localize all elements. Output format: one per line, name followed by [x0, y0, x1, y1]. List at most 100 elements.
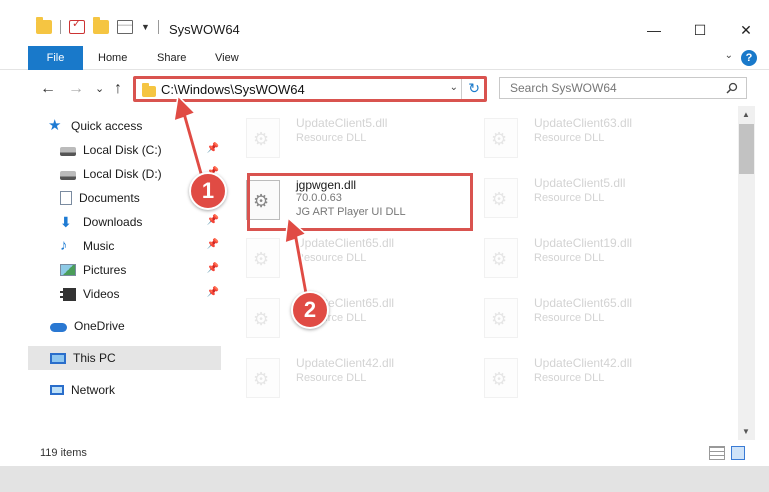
sidebar-item-onedrive[interactable]: OneDrive [50, 314, 221, 338]
sidebar-item-label: This PC [73, 351, 116, 365]
properties-icon[interactable] [117, 20, 133, 34]
close-button[interactable]: ✕ [723, 20, 769, 44]
dll-file-icon [484, 298, 518, 338]
sidebar-item-label: Local Disk (D:) [83, 167, 162, 181]
sidebar-item-label: Documents [79, 191, 140, 205]
help-icon[interactable]: ? [741, 50, 757, 66]
window-bottom-edge [0, 466, 769, 492]
expand-ribbon-chevron-icon[interactable]: ⌄ [725, 50, 733, 61]
dll-file-icon [484, 178, 518, 218]
sidebar-item-label: Pictures [83, 263, 127, 277]
file-name: UpdateClient5.dll [534, 176, 626, 190]
navigation-pane: ★ Quick access Local Disk (C:) 📌 Local D… [28, 110, 221, 440]
star-icon: ★ [48, 117, 62, 134]
minimize-button[interactable]: — [631, 20, 677, 44]
list-item[interactable]: UpdateClient65.dll Resource DLL [460, 290, 690, 348]
sidebar-item-videos[interactable]: Videos 📌 [60, 282, 221, 306]
address-dropdown-chevron-icon[interactable]: ⌄ [450, 82, 458, 93]
sidebar-item-downloads[interactable]: ⬇ Downloads 📌 [60, 210, 221, 234]
dll-file-icon [246, 298, 280, 338]
network-icon [50, 385, 64, 395]
sidebar-item-label: Videos [83, 287, 120, 301]
sidebar-item-label: Quick access [71, 119, 143, 133]
dll-file-icon [484, 358, 518, 398]
quick-access-toolbar: ▼ [36, 17, 159, 34]
back-button[interactable]: ← [40, 80, 56, 98]
disk-icon [60, 147, 76, 156]
search-input[interactable]: Search SysWOW64 [499, 77, 747, 99]
dll-file-icon [246, 118, 280, 158]
dll-file-icon [246, 238, 280, 278]
forward-button[interactable]: → [68, 80, 84, 98]
customize-toolbar-chevron-icon[interactable]: ▼ [141, 22, 150, 32]
file-name: UpdateClient63.dll [534, 116, 633, 130]
tab-home[interactable]: Home [98, 46, 127, 70]
pin-icon: 📌 [206, 239, 219, 250]
divider [157, 20, 159, 34]
disk-icon [60, 171, 76, 180]
list-item[interactable]: UpdateClient65.dll Resource DLL [222, 230, 452, 288]
search-placeholder: Search SysWOW64 [510, 81, 617, 95]
dll-file-icon [484, 238, 518, 278]
file-name: UpdateClient42.dll [534, 356, 633, 370]
sidebar-item-pictures[interactable]: Pictures 📌 [60, 258, 221, 282]
scroll-up-arrow-icon[interactable]: ▲ [742, 110, 750, 119]
file-name: UpdateClient19.dll [534, 236, 633, 250]
divider [60, 20, 61, 34]
folder-icon[interactable] [36, 17, 52, 34]
tab-file[interactable]: File [28, 46, 83, 70]
new-folder-icon[interactable] [93, 17, 109, 34]
list-item[interactable]: UpdateClient65.dll Resource DLL [222, 290, 452, 348]
file-description: Resource DLL [534, 312, 605, 324]
file-description: Resource DLL [534, 132, 605, 144]
window-title: SysWOW64 [169, 22, 240, 37]
list-item[interactable]: UpdateClient5.dll Resource DLL [222, 110, 452, 168]
list-item[interactable]: UpdateClient42.dll Resource DLL [222, 350, 452, 408]
title-bar: ▼ SysWOW64 — ☐ ✕ [0, 0, 769, 38]
file-name: UpdateClient5.dll [296, 116, 388, 130]
sidebar-item-label: OneDrive [74, 319, 125, 333]
vertical-scrollbar[interactable]: ▲ ▼ [738, 106, 755, 440]
maximize-button[interactable]: ☐ [677, 20, 723, 44]
dll-file-icon [484, 118, 518, 158]
up-button[interactable]: ↑ [114, 80, 122, 98]
address-bar[interactable]: C:\Windows\SysWOW64 ⌄ ↻ [133, 76, 487, 102]
address-path[interactable]: C:\Windows\SysWOW64 [161, 82, 305, 97]
list-item[interactable]: UpdateClient63.dll Resource DLL [460, 110, 690, 168]
list-item[interactable]: UpdateClient19.dll Resource DLL [460, 230, 690, 288]
scrollbar-thumb[interactable] [739, 124, 754, 174]
details-view-icon[interactable] [709, 446, 725, 460]
tab-view[interactable]: View [215, 46, 239, 70]
scroll-down-arrow-icon[interactable]: ▼ [742, 427, 750, 436]
large-icons-view-icon[interactable] [731, 446, 745, 460]
file-name: UpdateClient65.dll [296, 236, 395, 250]
sidebar-item-music[interactable]: ♪ Music 📌 [60, 234, 221, 258]
sidebar-item-local-disk-c[interactable]: Local Disk (C:) 📌 [60, 138, 221, 162]
recent-locations-chevron-icon[interactable]: ⌄ [95, 82, 104, 95]
file-description: Resource DLL [296, 132, 367, 144]
file-name: UpdateClient65.dll [534, 296, 633, 310]
annotation-badge-2: 2 [291, 291, 329, 329]
properties-check-icon[interactable] [69, 17, 85, 34]
tab-share[interactable]: Share [157, 46, 186, 70]
refresh-icon[interactable]: ↻ [468, 80, 480, 97]
file-description: Resource DLL [296, 372, 367, 384]
pin-icon: 📌 [206, 215, 219, 226]
list-item[interactable]: UpdateClient5.dll Resource DLL [460, 170, 690, 228]
search-icon[interactable] [726, 82, 738, 94]
navigation-bar: ← → ⌄ ↑ C:\Windows\SysWOW64 ⌄ ↻ Search S… [0, 72, 769, 106]
sidebar-item-quick-access[interactable]: ★ Quick access [48, 114, 221, 138]
window-controls: — ☐ ✕ [631, 20, 769, 44]
videos-icon [60, 287, 76, 301]
ribbon-tabs: File Home Share View ⌄ ? [0, 46, 769, 70]
list-item[interactable]: UpdateClient42.dll Resource DLL [460, 350, 690, 408]
music-icon: ♪ [60, 237, 68, 254]
pictures-icon [60, 264, 76, 276]
sidebar-item-network[interactable]: Network [50, 378, 221, 402]
file-description: Resource DLL [534, 372, 605, 384]
file-description: Resource DLL [296, 252, 367, 264]
pin-icon: 📌 [206, 287, 219, 298]
sidebar-item-this-pc[interactable]: This PC [28, 346, 221, 370]
file-description: Resource DLL [534, 252, 605, 264]
file-description: Resource DLL [534, 192, 605, 204]
